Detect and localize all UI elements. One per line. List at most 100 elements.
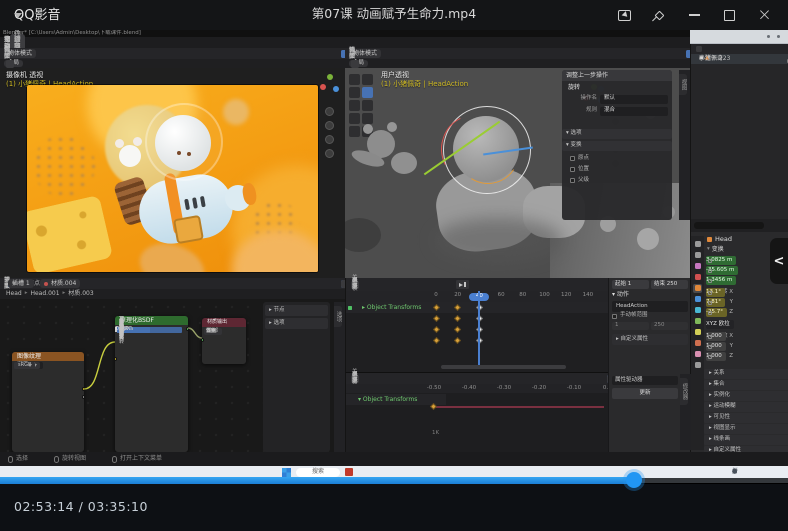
sidebar-tab[interactable]: 视图: [679, 74, 687, 95]
playlist-toggle-button[interactable]: <: [770, 238, 788, 284]
properties-breadcrumb[interactable]: Head: [715, 236, 732, 243]
transport-button[interactable]: [456, 280, 469, 289]
close-button[interactable]: ×: [747, 0, 782, 30]
maximize-button[interactable]: [712, 0, 747, 30]
material-selector[interactable]: 材质.004: [40, 279, 80, 288]
breadcrumb-item[interactable]: Head.001: [30, 291, 59, 297]
material-output-node[interactable]: 材质输出 全部表面体积置换: [202, 318, 246, 364]
breadcrumb-item[interactable]: 材质.003: [68, 291, 93, 297]
driver-property-field[interactable]: 属性驱动器: [612, 376, 678, 386]
image-texture-node[interactable]: 图像纹理 颜色Alpha贴图.png线性平展Repeat单帧sRGB: [12, 352, 84, 452]
value-field[interactable]: 混合: [600, 107, 668, 116]
properties-tab[interactable]: [693, 317, 702, 326]
lock-icon[interactable]: [708, 335, 712, 339]
nav-gizmo[interactable]: [320, 74, 340, 94]
tool-button[interactable]: [349, 74, 360, 85]
checkbox[interactable]: [570, 156, 575, 161]
tool-button[interactable]: [349, 87, 360, 98]
properties-tab[interactable]: [693, 295, 702, 304]
properties-tab[interactable]: [693, 262, 702, 271]
zoom-icon[interactable]: [325, 107, 334, 116]
dope-playhead[interactable]: [478, 291, 480, 368]
rotate-gizmo[interactable]: [443, 106, 531, 194]
start-frame-field[interactable]: 起始 1: [612, 280, 649, 290]
properties-tab[interactable]: [693, 328, 702, 337]
checkbox-row[interactable]: 原点: [570, 154, 670, 163]
drivers-ruler[interactable]: -0.50-0.40-0.30-0.20-0.100.00: [346, 384, 609, 393]
properties-section[interactable]: ▸ 可见性: [704, 413, 788, 423]
alpha-output-socket[interactable]: [82, 395, 84, 399]
properties-tab[interactable]: [693, 339, 702, 348]
bsdf-output-socket[interactable]: [186, 327, 188, 331]
range-start-field[interactable]: 1: [612, 322, 649, 331]
sidebar-panel-header[interactable]: ▸ 选项: [265, 318, 328, 329]
panel-title[interactable]: 调整上一步操作: [566, 73, 608, 79]
properties-tab[interactable]: [693, 361, 702, 370]
minimize-button[interactable]: [677, 0, 712, 30]
panel-section[interactable]: ▾ 选项: [562, 129, 672, 139]
breadcrumb-item[interactable]: Head: [6, 291, 22, 297]
range-end-field[interactable]: 250: [651, 322, 688, 331]
end-frame-field[interactable]: 结束 250: [651, 280, 688, 290]
lock-icon[interactable]: [708, 311, 712, 315]
tool-button[interactable]: [362, 74, 373, 85]
app-menu-button[interactable]: QQ影音: [14, 9, 60, 22]
properties-tab[interactable]: [693, 251, 702, 260]
lock-icon[interactable]: [708, 345, 712, 349]
tool-button[interactable]: [362, 87, 373, 98]
transform-panel-title[interactable]: 变换: [712, 247, 724, 253]
driver-curve[interactable]: [431, 406, 604, 408]
sidebar-tab[interactable]: 修改器: [680, 378, 688, 405]
color-output-socket[interactable]: [82, 387, 84, 391]
viewport-menu[interactable]: 物体: [4, 48, 10, 60]
outliner-row[interactable]: ▲饼干.223: [691, 54, 788, 64]
node-canvas[interactable]: 图像纹理 颜色Alpha贴图.png线性平展Repeat单帧sRGB 原理化BS…: [0, 299, 345, 452]
lock-icon[interactable]: [708, 355, 712, 359]
node-dropdown-row[interactable]: sRGB: [14, 362, 35, 369]
video-display-area[interactable]: Blender* [C:\Users\Admin\Desktop\下载课件.bl…: [0, 30, 788, 478]
value-field[interactable]: XYZ 欧拉: [706, 320, 734, 329]
update-button[interactable]: 更新: [612, 388, 678, 399]
custom-props-section[interactable]: ▸ 自定义属性: [612, 334, 688, 345]
properties-section[interactable]: ▸ 集合: [704, 380, 788, 390]
checkbox-row[interactable]: 父级: [570, 176, 670, 185]
slot-dropdown[interactable]: 插槽 1: [8, 279, 34, 288]
proportional-icon[interactable]: [351, 60, 359, 68]
workspace-tab[interactable]: +: [10, 37, 23, 48]
bsdf-param-row[interactable]: Alpha1.000: [115, 326, 123, 333]
proportional-icon[interactable]: [6, 60, 14, 68]
lock-icon[interactable]: [708, 269, 712, 273]
value-field[interactable]: 默认: [600, 95, 668, 104]
checkbox[interactable]: [612, 314, 617, 319]
tool-button[interactable]: [349, 126, 360, 137]
properties-tab[interactable]: [693, 306, 702, 315]
pin-button[interactable]: [642, 0, 677, 30]
properties-section[interactable]: ▸ 运动模糊: [704, 402, 788, 412]
sidebar-panel-header[interactable]: ▸ 节点: [265, 305, 328, 316]
lock-icon[interactable]: [708, 259, 712, 263]
properties-tab[interactable]: [693, 240, 702, 249]
ortho-toggle-icon[interactable]: [325, 149, 334, 158]
action-panel-header[interactable]: ▾ 动作: [612, 292, 629, 298]
outliner-search-input[interactable]: [694, 222, 764, 229]
right-viewport-canvas[interactable]: 用户透视 (1) 小猪佩奇 | HeadAction: [345, 68, 690, 278]
properties-section[interactable]: ▸ 线条画: [704, 435, 788, 445]
properties-section[interactable]: ▸ 关系: [704, 369, 788, 379]
sidebar-tab[interactable]: 选项: [334, 306, 342, 327]
principled-bsdf-node[interactable]: 原理化BSDF BSDFGGX随机游走基础色次表面0.000次表面半径次表面颜色…: [115, 316, 188, 452]
lock-icon[interactable]: [708, 301, 712, 305]
channel-row[interactable]: ▾ Object Transforms: [346, 394, 446, 405]
panel-section[interactable]: ▾ 变换: [562, 141, 672, 151]
tool-button[interactable]: [362, 113, 373, 124]
tool-button[interactable]: [349, 113, 360, 124]
viewport-menu[interactable]: 物体: [349, 48, 355, 60]
object-name[interactable]: 饼干.223: [705, 56, 730, 62]
lock-icon[interactable]: [708, 291, 712, 295]
properties-tab[interactable]: [693, 284, 702, 293]
dope-scrollbar[interactable]: [441, 365, 566, 369]
display-mode-icon[interactable]: [696, 46, 702, 52]
left-viewport-canvas[interactable]: 摄像机 透视 (1) 小猪佩奇 | HeadAction: [0, 68, 345, 278]
properties-tab[interactable]: [693, 273, 702, 282]
properties-section[interactable]: ▸ 视图显示: [704, 424, 788, 434]
checkbox-row[interactable]: 手动帧范围: [612, 312, 688, 320]
